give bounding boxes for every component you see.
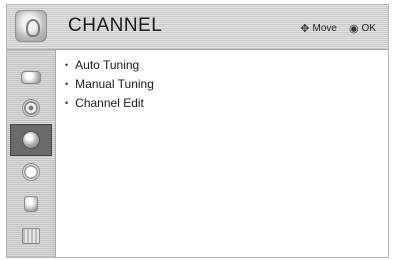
option-label: Manual Tuning [75,76,154,91]
sidebar-item-time[interactable] [10,156,52,188]
channel-header-icon [15,10,47,42]
option-manual-tuning[interactable]: • Manual Tuning [65,74,375,93]
navigation-arrows-icon: ✥ [300,23,310,35]
sidebar-item-usb[interactable] [10,220,52,252]
lock-icon [24,196,38,212]
menu-header: CHANNEL ✥ Move ◉ OK [7,5,388,50]
bullet-icon: • [65,97,69,108]
picture-icon [21,70,41,84]
option-label: Auto Tuning [75,57,140,72]
ok-hint-label: OK [361,23,376,34]
category-sidebar [7,50,56,257]
sidebar-item-lock[interactable] [10,188,52,220]
option-channel-edit[interactable]: • Channel Edit [65,93,375,112]
ok-button-icon: ◉ [348,23,359,35]
channel-options-list: • Auto Tuning • Manual Tuning • Channel … [65,55,375,112]
usb-icon [22,228,40,244]
bullet-icon: • [65,78,69,89]
move-hint-label: Move [312,23,337,34]
bullet-icon: • [65,59,69,70]
tv-menu-window: CHANNEL ✥ Move ◉ OK • Auto Tuning • Manu… [6,4,389,258]
audio-icon [22,99,40,117]
sidebar-item-picture[interactable] [10,61,52,93]
page-title: CHANNEL [68,15,163,36]
sidebar-item-channel[interactable] [10,124,52,156]
clock-icon [22,163,40,181]
navigation-hints: ✥ Move ◉ OK [300,22,376,35]
channel-globe-icon [22,131,40,149]
sidebar-item-audio[interactable] [10,92,52,124]
option-label: Channel Edit [75,95,144,110]
option-auto-tuning[interactable]: • Auto Tuning [65,55,375,74]
